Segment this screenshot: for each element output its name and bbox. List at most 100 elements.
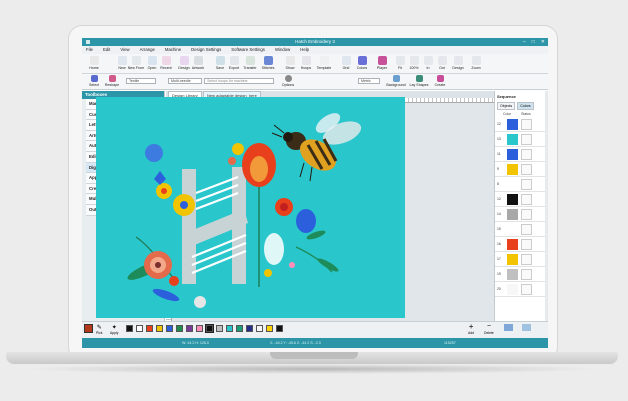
sequence-row[interactable]: 16	[495, 237, 547, 252]
window-title: Hatch Embroidery 3	[295, 39, 335, 44]
sequence-row[interactable]: 13	[495, 132, 547, 147]
fabric-select[interactable]: Textile	[126, 78, 156, 84]
palette-swatch[interactable]	[186, 325, 193, 332]
palette-swatch[interactable]	[176, 325, 183, 332]
toolbar-stitches-button[interactable]: Stitches	[258, 56, 278, 74]
menu-machine[interactable]: Machine	[165, 46, 181, 54]
close-icon[interactable]: ✕	[541, 38, 545, 46]
menu-window[interactable]: Window	[275, 46, 290, 54]
toolbar-label: Recent	[160, 66, 172, 70]
toolbar-colors-icon	[357, 56, 367, 65]
toolbar-zoom-icon	[471, 56, 481, 65]
laptop-notch	[270, 352, 358, 359]
palette-swatch[interactable]	[196, 325, 203, 332]
hoop-search-input[interactable]: Select hoops for machine	[204, 78, 274, 84]
color-palette-bar: ✎ Pick ✦ Apply + Add − Delete	[82, 321, 548, 338]
toolbar-colors-button[interactable]: Colors	[352, 56, 372, 74]
tab-objects[interactable]: Objects	[497, 102, 516, 110]
toolbar-label: Show	[285, 66, 295, 70]
delete-color-button[interactable]: − Delete	[484, 323, 494, 335]
sequence-thumbnail	[521, 164, 532, 175]
toolbar-transfer-button[interactable]: Transfer	[240, 56, 260, 74]
palette-swatch[interactable]	[256, 325, 263, 332]
palette-swatch[interactable]	[156, 325, 163, 332]
sequence-row[interactable]: 8	[495, 177, 547, 192]
sequence-row[interactable]: 12	[495, 117, 547, 132]
tab-colors[interactable]: Colors	[517, 102, 534, 110]
menu-view[interactable]: View	[120, 46, 129, 54]
menu-help[interactable]: Help	[300, 46, 309, 54]
sequence-row[interactable]: 14	[495, 207, 547, 222]
main-toolbar: Home New New From Open Recent Design Artwork Sa…	[82, 54, 548, 74]
toolbar-artwork-button[interactable]: Artwork	[188, 56, 208, 74]
menu-software-settings[interactable]: Software Settings	[231, 46, 265, 54]
menu-edit[interactable]: Edit	[103, 46, 110, 54]
current-color-swatch[interactable]	[84, 324, 93, 333]
toolbar-show-icon	[285, 56, 295, 65]
toolbar-hoops-button[interactable]: Hoops	[296, 56, 316, 74]
sequence-thumbnail	[521, 134, 532, 145]
pick-button[interactable]: ✎ Pick	[96, 324, 102, 335]
sequence-color-swatch	[507, 269, 518, 280]
palette-swatch[interactable]	[166, 325, 173, 332]
sequence-row[interactable]: 20	[495, 282, 547, 297]
sequence-row-number: 12	[497, 197, 501, 201]
sequence-color-swatch	[507, 284, 518, 295]
palette-swatch[interactable]	[266, 325, 273, 332]
embroidery-design-canvas[interactable]	[96, 97, 405, 318]
palette-swatch[interactable]	[236, 325, 243, 332]
sequence-row-number: 8	[497, 182, 499, 186]
app-window: Hatch Embroidery 3 – □ ✕ File Edit View …	[82, 38, 548, 348]
sequence-scrollbar[interactable]	[545, 91, 548, 321]
toolbar-label: Player	[376, 66, 388, 70]
sequence-row-number: 15	[497, 227, 501, 231]
sequence-panel: Sequence Objects Colors Color Status 12 1…	[494, 91, 548, 321]
sequence-row[interactable]: 19	[495, 267, 547, 282]
toolbar-export-icon	[229, 56, 239, 65]
sequence-thumbnail	[521, 269, 532, 280]
sequence-color-swatch	[507, 149, 518, 160]
menu-arrange[interactable]: Arrange	[140, 46, 155, 54]
palette-swatch[interactable]	[226, 325, 233, 332]
toolbar-player-button[interactable]: Player	[372, 56, 392, 74]
mode-icon[interactable]	[504, 324, 513, 331]
toolbar-label: Export	[228, 66, 240, 70]
toolbar-zoom-button[interactable]: Zoom	[466, 56, 486, 74]
toolbar-home-button[interactable]: Home	[84, 56, 104, 74]
column-status: Status	[521, 112, 531, 116]
palette-swatch[interactable]	[146, 325, 153, 332]
add-color-button[interactable]: + Add	[468, 323, 474, 336]
toolbar-design-button[interactable]: Design	[448, 56, 468, 74]
sequence-row[interactable]: 11	[495, 147, 547, 162]
maximize-icon[interactable]: □	[532, 38, 535, 46]
toolbar-home-icon	[89, 56, 99, 65]
menu-file[interactable]: File	[86, 46, 93, 54]
menu-design-settings[interactable]: Design Settings	[191, 46, 221, 54]
sequence-row[interactable]: 17	[495, 252, 547, 267]
palette-swatch[interactable]	[205, 324, 214, 333]
toolbar-recent-button[interactable]: Recent	[156, 56, 176, 74]
palette-swatch[interactable]	[246, 325, 253, 332]
sequence-color-swatch	[507, 179, 518, 190]
sequence-row-number: 19	[497, 272, 501, 276]
machine-select[interactable]: Multi-needle	[168, 78, 202, 84]
sequence-row[interactable]: 15	[495, 222, 547, 237]
palette-swatch[interactable]	[126, 325, 133, 332]
sequence-row[interactable]: 12	[495, 192, 547, 207]
bee-illustration	[271, 113, 362, 182]
sequence-thumbnail	[521, 284, 532, 295]
color-mode-icon[interactable]	[522, 324, 531, 331]
sequence-color-swatch	[507, 224, 518, 235]
sequence-row-number: 16	[497, 242, 501, 246]
toolbar-label: Transfer	[243, 66, 257, 70]
palette-swatch[interactable]	[136, 325, 143, 332]
palette-swatch[interactable]	[216, 325, 223, 332]
apply-button[interactable]: ✦ Apply	[110, 324, 118, 335]
units-select[interactable]: Metric	[358, 78, 380, 84]
minimize-icon[interactable]: –	[523, 38, 526, 46]
sequence-thumbnail	[521, 254, 532, 265]
toolbar-template-button[interactable]: Template	[314, 56, 334, 74]
sequence-thumbnail	[521, 179, 532, 190]
palette-swatch[interactable]	[276, 325, 283, 332]
sequence-row[interactable]: 9	[495, 162, 547, 177]
